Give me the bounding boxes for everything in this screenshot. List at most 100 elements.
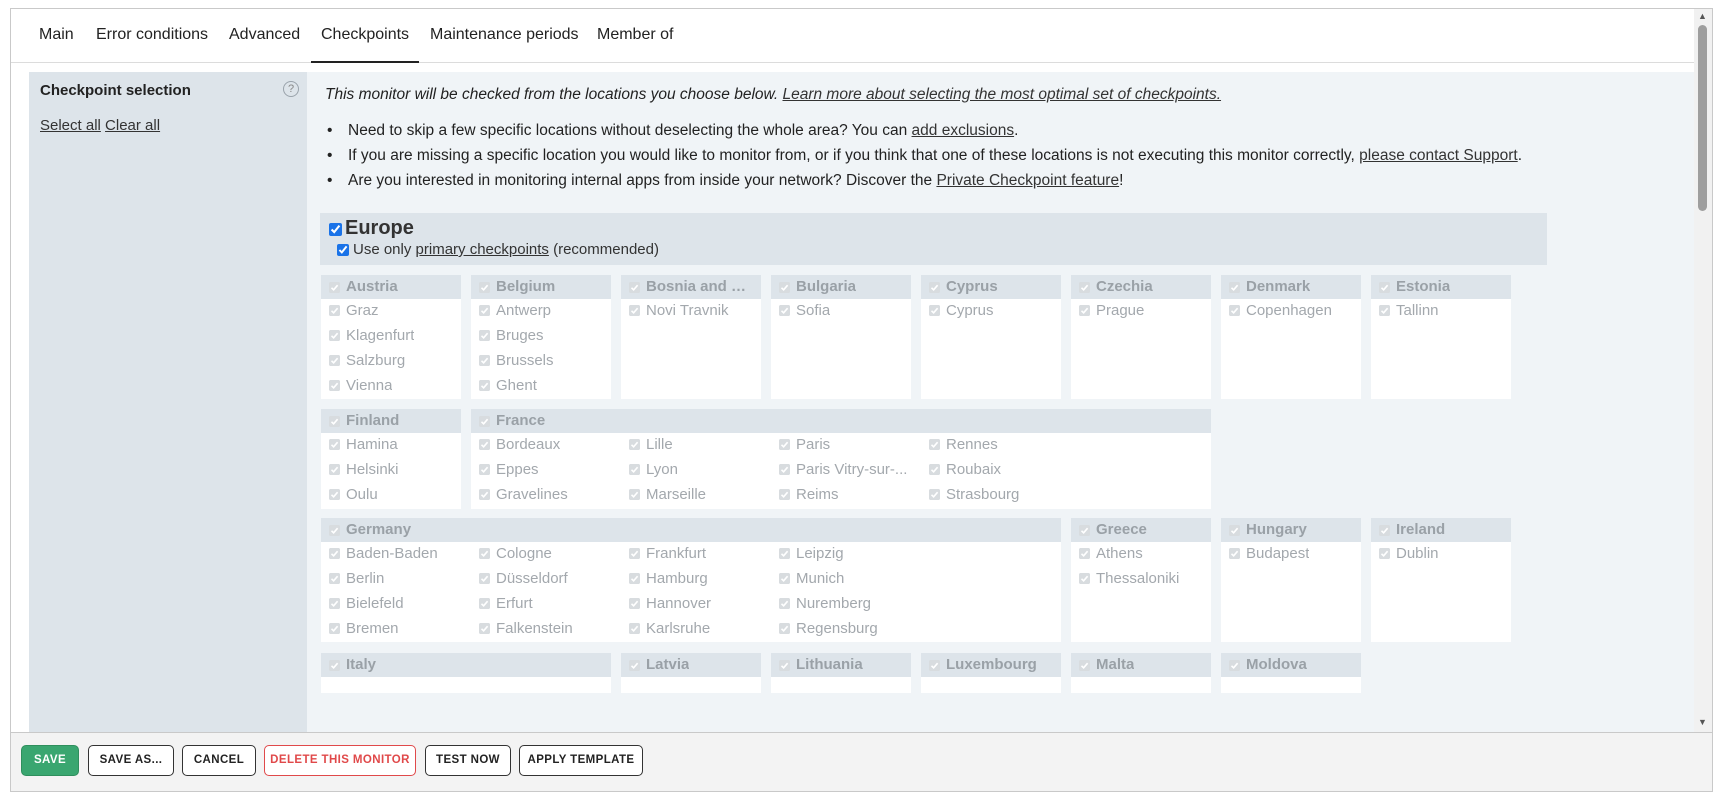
city-item[interactable]: Hamina [329,433,461,458]
country-checkbox[interactable] [629,660,640,671]
delete-monitor-button[interactable]: DELETE THIS MONITOR [264,745,416,776]
country-header[interactable]: Malta [1071,653,1211,677]
scroll-down-icon[interactable]: ▼ [1698,717,1707,727]
city-checkbox[interactable] [479,548,490,559]
country-header[interactable]: Austria [321,275,461,299]
scroll-up-icon[interactable]: ▲ [1698,11,1707,21]
question-circle-icon[interactable]: ? [283,81,299,97]
primary-checkpoints-link[interactable]: primary checkpoints [416,241,549,258]
city-checkbox[interactable] [629,623,640,634]
country-checkbox[interactable] [479,416,490,427]
city-item[interactable]: Sofia [779,299,911,324]
city-item[interactable]: Baden-Baden [329,542,469,567]
city-checkbox[interactable] [479,623,490,634]
country-header[interactable]: Latvia [621,653,761,677]
region-checkbox[interactable] [329,223,342,236]
city-item[interactable]: Gravelines [479,483,619,508]
country-checkbox[interactable] [779,282,790,293]
city-item[interactable]: Cyprus [929,299,1061,324]
city-item[interactable]: Paris Vitry-sur-... [779,458,919,483]
city-checkbox[interactable] [329,330,340,341]
city-item[interactable]: Bielefeld [329,592,469,617]
city-item[interactable]: Athens [1079,542,1211,567]
city-checkbox[interactable] [929,489,940,500]
contact-support-link[interactable]: please contact Support [1359,147,1518,164]
city-checkbox[interactable] [779,464,790,475]
tab-main[interactable]: Main [39,9,74,63]
city-item[interactable]: Ghent [479,374,611,399]
city-item[interactable]: Graz [329,299,461,324]
country-checkbox[interactable] [329,525,340,536]
city-checkbox[interactable] [629,548,640,559]
city-checkbox[interactable] [329,598,340,609]
city-checkbox[interactable] [479,489,490,500]
city-item[interactable]: Frankfurt [629,542,769,567]
country-checkbox[interactable] [1379,282,1390,293]
city-checkbox[interactable] [629,439,640,450]
city-checkbox[interactable] [479,380,490,391]
country-checkbox[interactable] [479,282,490,293]
clear-all-link[interactable]: Clear all [105,117,160,134]
city-item[interactable]: Eppes [479,458,619,483]
city-checkbox[interactable] [479,573,490,584]
city-checkbox[interactable] [779,439,790,450]
city-checkbox[interactable] [329,489,340,500]
country-checkbox[interactable] [779,660,790,671]
city-item[interactable]: Helsinki [329,458,461,483]
country-checkbox[interactable] [929,282,940,293]
city-checkbox[interactable] [779,548,790,559]
city-checkbox[interactable] [329,380,340,391]
city-checkbox[interactable] [479,305,490,316]
tab-advanced[interactable]: Advanced [229,9,300,63]
scrollbar-thumb[interactable] [1698,25,1707,211]
city-item[interactable]: Antwerp [479,299,611,324]
city-checkbox[interactable] [929,305,940,316]
city-item[interactable]: Strasbourg [929,483,1069,508]
country-header[interactable]: Lithuania [771,653,911,677]
city-item[interactable]: Leipzig [779,542,919,567]
city-checkbox[interactable] [779,489,790,500]
city-checkbox[interactable] [1229,548,1240,559]
city-checkbox[interactable] [1079,305,1090,316]
city-item[interactable]: Bruges [479,324,611,349]
city-checkbox[interactable] [1229,305,1240,316]
city-checkbox[interactable] [779,305,790,316]
city-item[interactable]: Roubaix [929,458,1069,483]
city-item[interactable]: Prague [1079,299,1211,324]
city-checkbox[interactable] [329,548,340,559]
country-header[interactable]: France [471,409,1211,433]
city-checkbox[interactable] [929,439,940,450]
city-item[interactable]: Rennes [929,433,1069,458]
city-item[interactable]: Budapest [1229,542,1361,567]
city-item[interactable]: Vienna [329,374,461,399]
city-checkbox[interactable] [779,573,790,584]
country-header[interactable]: Ireland [1371,518,1511,542]
city-item[interactable]: Nuremberg [779,592,919,617]
city-item[interactable]: Hannover [629,592,769,617]
country-checkbox[interactable] [1229,660,1240,671]
country-header[interactable]: Cyprus [921,275,1061,299]
city-item[interactable]: Oulu [329,483,461,508]
city-checkbox[interactable] [479,464,490,475]
city-checkbox[interactable] [629,598,640,609]
city-checkbox[interactable] [629,464,640,475]
city-checkbox[interactable] [1379,305,1390,316]
country-checkbox[interactable] [1079,660,1090,671]
city-checkbox[interactable] [629,489,640,500]
city-checkbox[interactable] [479,355,490,366]
city-checkbox[interactable] [329,573,340,584]
country-header[interactable]: Bulgaria [771,275,911,299]
country-header[interactable]: Moldova [1221,653,1361,677]
city-checkbox[interactable] [1079,573,1090,584]
city-item[interactable]: Novi Travnik [629,299,761,324]
city-item[interactable]: Karlsruhe [629,617,769,642]
city-item[interactable]: Lyon [629,458,769,483]
city-item[interactable]: Marseille [629,483,769,508]
city-checkbox[interactable] [1379,548,1390,559]
tab-error-conditions[interactable]: Error conditions [96,9,208,63]
city-item[interactable]: Brussels [479,349,611,374]
city-item[interactable]: Bremen [329,617,469,642]
country-header[interactable]: Czechia [1071,275,1211,299]
city-item[interactable]: Thessaloniki [1079,567,1211,592]
city-item[interactable]: Hamburg [629,567,769,592]
